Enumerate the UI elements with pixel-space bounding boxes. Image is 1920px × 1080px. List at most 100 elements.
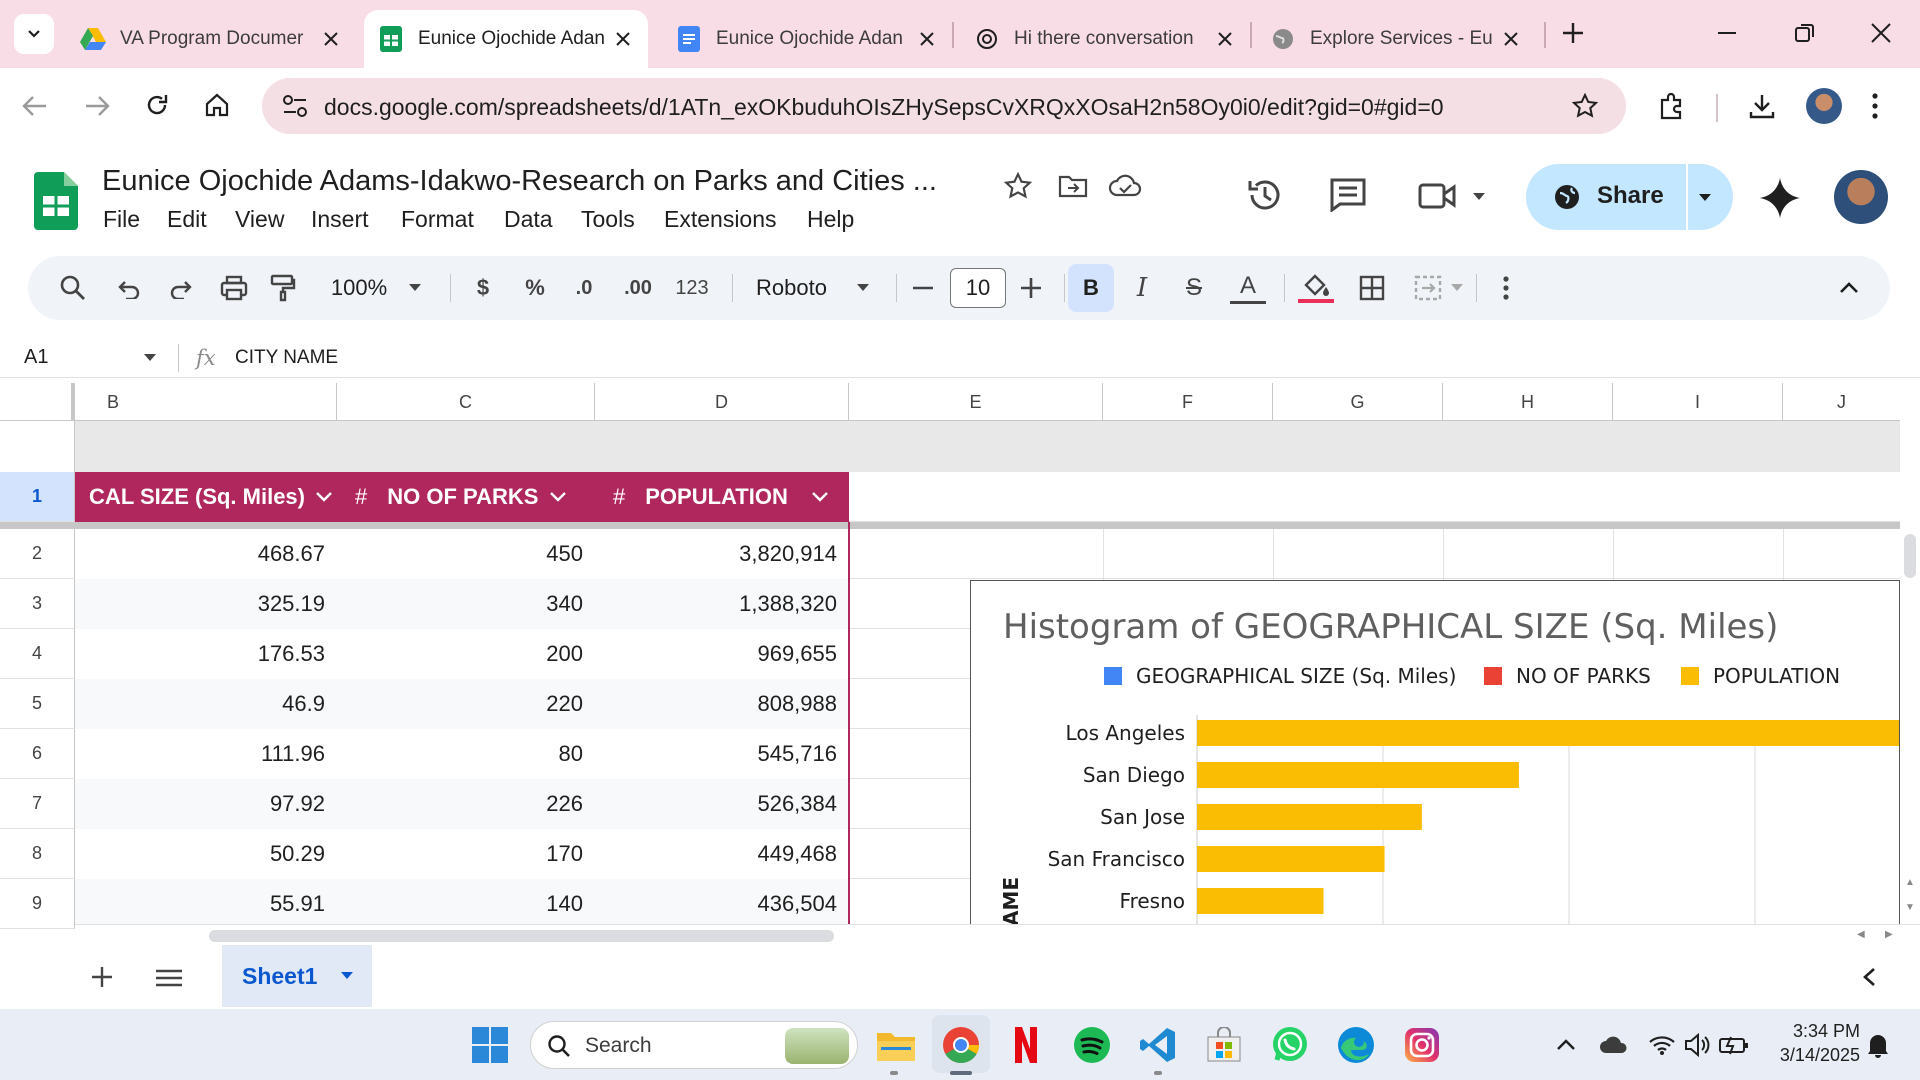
row-header[interactable]: 6 bbox=[0, 729, 75, 779]
close-icon[interactable] bbox=[1214, 28, 1236, 50]
corner-cell[interactable] bbox=[0, 383, 75, 421]
document-title[interactable]: Eunice Ojochide Adams-Idakwo-Research on… bbox=[102, 165, 937, 198]
header-no-of-parks[interactable]: # NO OF PARKS bbox=[337, 472, 595, 522]
column-header-h[interactable]: H bbox=[1443, 383, 1613, 421]
row-header[interactable]: 7 bbox=[0, 779, 75, 829]
scrollbar-thumb[interactable] bbox=[1904, 534, 1916, 578]
profile-avatar[interactable] bbox=[1806, 88, 1842, 124]
star-icon[interactable] bbox=[1004, 172, 1032, 200]
address-bar[interactable]: docs.google.com/spreadsheets/d/1ATn_exOK… bbox=[262, 78, 1626, 134]
text-color-button[interactable]: A bbox=[1230, 270, 1266, 304]
decrease-decimal-button[interactable]: .0 bbox=[564, 270, 604, 306]
font-size-input[interactable]: 10 bbox=[950, 268, 1006, 308]
notification-bell-icon[interactable] bbox=[1856, 1023, 1900, 1067]
row-header[interactable]: 2 bbox=[0, 529, 75, 579]
minimize-button[interactable] bbox=[1716, 22, 1738, 44]
chevron-down-icon[interactable] bbox=[340, 971, 354, 981]
chart-bar[interactable] bbox=[1197, 888, 1324, 914]
currency-format-button[interactable]: $ bbox=[468, 270, 498, 306]
table-cell[interactable]: 220 bbox=[337, 679, 595, 729]
chrome-icon[interactable] bbox=[939, 1023, 983, 1067]
star-icon[interactable] bbox=[1572, 93, 1598, 119]
table-cell[interactable]: 436,504 bbox=[595, 879, 849, 929]
chevron-down-icon[interactable] bbox=[315, 491, 333, 503]
table-cell[interactable]: 50.29 bbox=[75, 829, 337, 879]
add-sheet-icon[interactable] bbox=[92, 967, 112, 987]
more-formats-button[interactable]: 123 bbox=[670, 270, 714, 306]
vscode-icon[interactable] bbox=[1136, 1023, 1180, 1067]
chevron-down-icon[interactable] bbox=[143, 353, 157, 363]
print-icon[interactable] bbox=[218, 270, 250, 306]
windows-start-icon[interactable] bbox=[468, 1023, 512, 1067]
whatsapp-icon[interactable] bbox=[1268, 1023, 1312, 1067]
browser-tab[interactable]: Hi there conversation bbox=[960, 10, 1250, 68]
row-header[interactable]: 9 bbox=[0, 879, 75, 929]
font-select[interactable]: Roboto bbox=[746, 270, 856, 306]
google-sheets-logo-icon[interactable] bbox=[34, 172, 78, 230]
borders-icon[interactable] bbox=[1354, 270, 1390, 306]
meet-icon[interactable] bbox=[1418, 182, 1458, 210]
table-cell[interactable]: 170 bbox=[337, 829, 595, 879]
back-button[interactable] bbox=[22, 94, 48, 118]
chevron-down-icon[interactable] bbox=[549, 491, 567, 503]
browser-tab[interactable]: VA Program Documer bbox=[66, 10, 356, 68]
chevron-up-icon[interactable] bbox=[1544, 1023, 1588, 1067]
column-header-g[interactable]: G bbox=[1273, 383, 1443, 421]
header-population[interactable]: # POPULATION bbox=[595, 472, 849, 522]
table-cell[interactable]: 468.67 bbox=[75, 529, 337, 579]
table-cell[interactable]: 969,655 bbox=[595, 629, 849, 679]
restore-button[interactable] bbox=[1794, 22, 1816, 44]
chart-bar[interactable] bbox=[1197, 804, 1422, 830]
file-explorer-icon[interactable] bbox=[874, 1023, 918, 1067]
share-button[interactable]: Share bbox=[1526, 164, 1733, 230]
chart-bar[interactable] bbox=[1197, 720, 1900, 746]
netflix-icon[interactable] bbox=[1004, 1023, 1048, 1067]
clock-time[interactable]: 3:34 PM bbox=[1774, 1021, 1860, 1042]
more-vert-icon[interactable] bbox=[1494, 270, 1518, 306]
close-icon[interactable] bbox=[612, 28, 634, 50]
decrease-font-size-icon[interactable] bbox=[908, 270, 938, 306]
table-cell[interactable]: 140 bbox=[337, 879, 595, 929]
new-tab-button[interactable] bbox=[1560, 20, 1586, 46]
instagram-icon[interactable] bbox=[1400, 1023, 1444, 1067]
column-header-i[interactable]: I bbox=[1613, 383, 1783, 421]
chevron-down-icon[interactable] bbox=[854, 270, 872, 306]
gemini-icon[interactable] bbox=[1758, 176, 1802, 220]
browser-tab[interactable]: Eunice Ojochide Adan bbox=[364, 10, 648, 68]
menu-edit[interactable]: Edit bbox=[167, 206, 207, 233]
sheet-tab-active[interactable]: Sheet1 bbox=[222, 945, 372, 1007]
chevron-down-icon[interactable] bbox=[406, 270, 424, 306]
formula-input[interactable]: CITY NAME bbox=[235, 347, 338, 369]
search-menus-icon[interactable] bbox=[58, 270, 88, 306]
bold-button[interactable]: B bbox=[1068, 264, 1114, 312]
close-icon[interactable] bbox=[1500, 28, 1522, 50]
chevron-down-icon[interactable] bbox=[811, 491, 829, 503]
horizontal-scrollbar[interactable]: ◀ ▶ bbox=[75, 924, 1920, 945]
reload-button[interactable] bbox=[144, 92, 170, 118]
row-header[interactable]: 3 bbox=[0, 579, 75, 629]
column-header-b[interactable]: B bbox=[75, 383, 337, 421]
collapse-toolbar-icon[interactable] bbox=[1834, 270, 1864, 306]
column-header-e[interactable]: E bbox=[849, 383, 1103, 421]
battery-icon[interactable] bbox=[1712, 1023, 1756, 1067]
taskbar-search-box[interactable]: Search bbox=[530, 1021, 858, 1069]
histogram-chart[interactable]: Histogram of GEOGRAPHICAL SIZE (Sq. Mile… bbox=[970, 580, 1900, 925]
increase-decimal-button[interactable]: .00 bbox=[616, 270, 660, 306]
table-cell[interactable]: 340 bbox=[337, 579, 595, 629]
table-cell[interactable]: 808,988 bbox=[595, 679, 849, 729]
spotify-icon[interactable] bbox=[1070, 1023, 1114, 1067]
table-cell[interactable]: 545,716 bbox=[595, 729, 849, 779]
table-cell[interactable]: 526,384 bbox=[595, 779, 849, 829]
table-cell[interactable]: 80 bbox=[337, 729, 595, 779]
chart-bar[interactable] bbox=[1197, 846, 1385, 872]
table-cell[interactable]: 46.9 bbox=[75, 679, 337, 729]
account-avatar[interactable] bbox=[1834, 170, 1888, 224]
close-icon[interactable] bbox=[320, 28, 342, 50]
strikethrough-button[interactable]: S bbox=[1176, 270, 1212, 306]
row-header[interactable]: 1 bbox=[0, 472, 75, 522]
column-header-c[interactable]: C bbox=[337, 383, 595, 421]
comments-icon[interactable] bbox=[1330, 178, 1366, 212]
menu-format[interactable]: Format bbox=[401, 206, 474, 233]
clock-date[interactable]: 3/14/2025 bbox=[1764, 1045, 1860, 1066]
scroll-down-icon[interactable]: ▼ bbox=[1905, 902, 1915, 913]
